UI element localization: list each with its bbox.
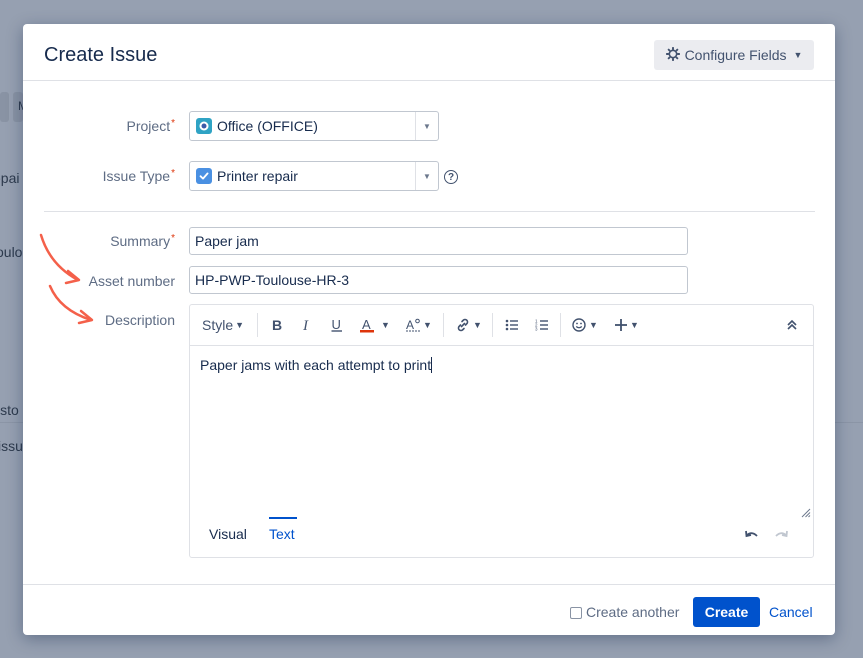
text-cursor (431, 357, 433, 373)
toolbar-separator (560, 313, 561, 337)
dialog-header: Create Issue Configure Fields ▼ (23, 24, 835, 81)
cancel-button[interactable]: Cancel (769, 604, 813, 620)
svg-text:3: 3 (535, 327, 538, 332)
project-select[interactable]: Office (OFFICE) ▼ (189, 111, 439, 141)
link-icon[interactable]: ▼ (455, 313, 482, 337)
text-color-icon[interactable]: A ▼ (359, 313, 390, 337)
gear-icon (665, 46, 680, 64)
asset-number-label: Asset number (88, 273, 175, 289)
create-issue-dialog: Create Issue Configure Fields ▼ Project*… (23, 24, 835, 635)
create-button[interactable]: Create (693, 597, 760, 627)
asset-number-label-row: Asset number (23, 273, 175, 293)
toolbar-separator (443, 313, 444, 337)
insert-more-icon[interactable]: ▼ (614, 313, 639, 337)
svg-text:U: U (332, 318, 341, 332)
svg-text:A: A (362, 317, 371, 332)
summary-label: Summary* (110, 233, 175, 249)
style-dropdown[interactable]: Style ▼ (202, 313, 244, 337)
background-tab (0, 92, 9, 122)
tab-text[interactable]: Text (269, 526, 295, 542)
chevron-down-icon[interactable]: ▼ (415, 162, 438, 190)
description-editor[interactable]: Style ▼ B I U A ▼ A ▼ ▼ 1 2 3 ▼ ▼ Paper … (189, 304, 814, 558)
description-text-area[interactable]: Paper jams with each attempt to print (200, 357, 433, 373)
emoji-icon[interactable]: ▼ (571, 313, 598, 337)
svg-text:B: B (272, 318, 282, 332)
undo-icon[interactable] (744, 529, 760, 548)
issue-type-label: Issue Type* (102, 168, 175, 184)
chevron-down-icon[interactable]: ▼ (415, 112, 438, 140)
project-label-row: Project* (23, 118, 175, 138)
toolbar-separator (257, 313, 258, 337)
active-tab-indicator (269, 517, 297, 519)
editor-toolbar: Style ▼ B I U A ▼ A ▼ ▼ 1 2 3 ▼ ▼ (190, 305, 813, 346)
summary-label-row: Summary* (23, 233, 175, 253)
underline-icon[interactable]: U (330, 313, 344, 337)
resize-handle-icon[interactable] (801, 505, 811, 518)
project-label: Project* (126, 118, 175, 134)
create-another-label[interactable]: Create another (586, 604, 679, 620)
bold-icon[interactable]: B (270, 313, 284, 337)
configure-fields-button[interactable]: Configure Fields ▼ (654, 40, 814, 70)
issue-type-select[interactable]: Printer repair ▼ (189, 161, 439, 191)
text-format-icon[interactable]: A ▼ (405, 313, 432, 337)
chevron-down-icon: ▼ (630, 320, 639, 330)
required-marker: * (171, 118, 175, 129)
svg-text:A: A (406, 318, 414, 332)
help-icon[interactable]: ? (444, 170, 458, 184)
numbered-list-icon[interactable]: 123 (535, 313, 549, 337)
dialog-title: Create Issue (44, 44, 158, 66)
background-text: oulo (0, 244, 23, 260)
issue-type-value: Printer repair (217, 168, 298, 184)
description-value: Paper jams with each attempt to print (200, 357, 432, 373)
issue-type-label-row: Issue Type* (23, 168, 175, 188)
background-text: epai (0, 170, 20, 186)
tab-visual[interactable]: Visual (209, 526, 247, 542)
section-divider (44, 211, 815, 212)
chevron-down-icon: ▼ (473, 320, 482, 330)
redo-icon[interactable] (773, 529, 789, 548)
project-value: Office (OFFICE) (217, 118, 318, 134)
collapse-toolbar-icon[interactable] (787, 313, 797, 337)
background-text: issu (0, 438, 23, 454)
style-dropdown-label: Style (202, 317, 234, 333)
chevron-down-icon: ▼ (381, 320, 390, 330)
description-label: Description (104, 312, 175, 328)
italic-icon[interactable]: I (300, 313, 314, 337)
toolbar-separator (492, 313, 493, 337)
checkbox-task-icon (196, 168, 212, 184)
chevron-down-icon: ▼ (423, 320, 432, 330)
bullet-list-icon[interactable] (505, 313, 519, 337)
chevron-down-icon: ▼ (235, 320, 245, 330)
asset-number-input[interactable]: HP-PWP-Toulouse-HR-3 (189, 266, 688, 294)
description-label-row: Description (23, 312, 175, 332)
dialog-footer: Create another Create Cancel (23, 584, 835, 636)
required-marker: * (171, 233, 175, 244)
required-marker: * (171, 168, 175, 179)
configure-fields-label: Configure Fields (684, 47, 787, 63)
chevron-down-icon: ▼ (589, 320, 598, 330)
svg-text:I: I (302, 318, 309, 332)
chevron-down-icon: ▼ (793, 50, 803, 60)
summary-input[interactable]: Paper jam (189, 227, 688, 255)
create-another-checkbox[interactable] (570, 607, 582, 619)
editor-mode-tabs: Visual Text (190, 517, 813, 557)
background-text: isto (0, 402, 19, 418)
project-avatar-icon (196, 118, 212, 134)
